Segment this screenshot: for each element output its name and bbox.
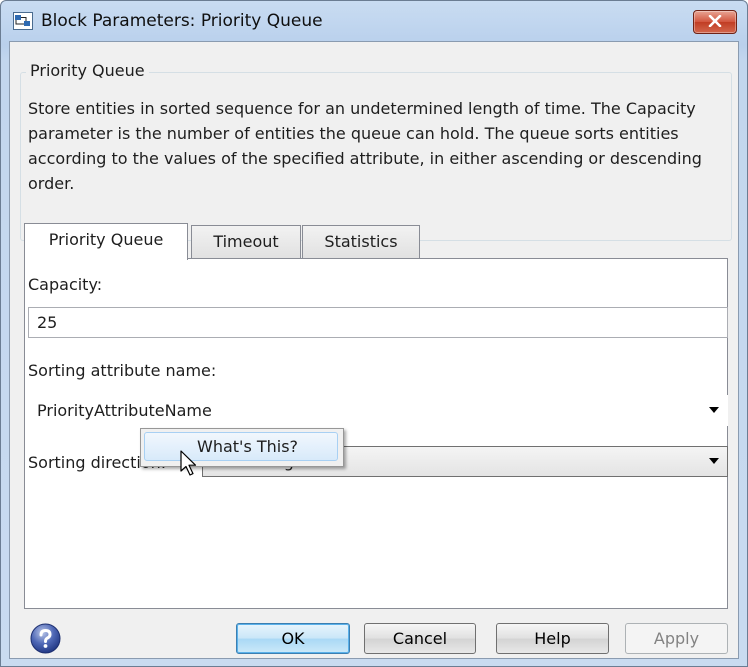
ok-label: OK (281, 629, 305, 648)
group-title: Priority Queue (26, 61, 149, 80)
mouse-pointer-icon (180, 450, 200, 482)
dialog-client-area: Priority Queue Store entities in sorted … (9, 41, 739, 659)
help-label: Help (534, 629, 571, 648)
capacity-input[interactable]: 25 (28, 307, 728, 338)
sorting-attribute-dropdown[interactable]: PriorityAttributeName (28, 395, 728, 426)
apply-button[interactable]: Apply (625, 623, 728, 654)
block-description: Store entities in sorted sequence for an… (28, 99, 702, 193)
sorting-attribute-value: PriorityAttributeName (37, 401, 212, 420)
apply-label: Apply (653, 629, 700, 648)
tab-statistics[interactable]: Statistics (302, 225, 420, 258)
simulink-block-icon (13, 12, 33, 30)
dialog-window: Block Parameters: Priority Queue Priorit… (0, 0, 748, 667)
chevron-down-icon (709, 407, 719, 413)
close-button[interactable] (693, 10, 737, 34)
title-bar[interactable]: Block Parameters: Priority Queue (1, 1, 747, 41)
tab-priority-queue[interactable]: Priority Queue (24, 223, 188, 260)
menu-item-label: What's This? (197, 437, 299, 456)
tab-label: Timeout (213, 232, 279, 251)
sorting-attribute-label: Sorting attribute name: (28, 361, 217, 380)
cancel-button[interactable]: Cancel (364, 623, 476, 654)
help-icon[interactable] (30, 623, 61, 654)
tab-timeout[interactable]: Timeout (191, 225, 301, 258)
cancel-label: Cancel (392, 629, 448, 648)
tab-label: Statistics (324, 232, 398, 251)
window-title: Block Parameters: Priority Queue (41, 11, 323, 31)
menu-item-whats-this[interactable]: What's This? (144, 432, 338, 461)
capacity-value: 25 (37, 313, 58, 332)
tab-label: Priority Queue (48, 230, 164, 249)
chevron-down-icon (709, 458, 719, 464)
help-button[interactable]: Help (496, 623, 609, 654)
close-icon (708, 15, 722, 27)
context-menu: What's This? (140, 428, 344, 467)
ok-button[interactable]: OK (236, 623, 350, 654)
capacity-label: Capacity: (28, 275, 103, 294)
